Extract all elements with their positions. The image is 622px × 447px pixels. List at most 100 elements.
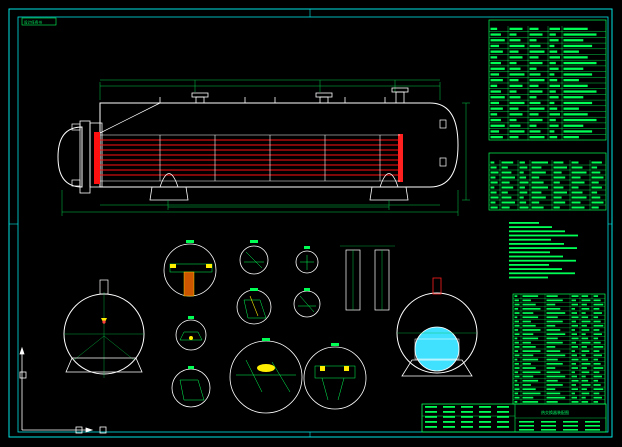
design-data-cell (490, 44, 500, 48)
technical-note-line (509, 264, 549, 266)
technical-note-line (509, 272, 575, 275)
design-data-cell (509, 130, 525, 133)
parts-list-cell (593, 375, 602, 378)
nozzle-table-cell (553, 206, 560, 209)
nozzle-table-cell (591, 176, 604, 179)
parts-list-cell (546, 401, 558, 403)
design-data-cell (549, 124, 559, 127)
parts-list-cell (593, 392, 600, 395)
parts-list-cell (522, 362, 531, 365)
parts-list-cell (514, 401, 518, 403)
parts-list-cell (546, 371, 561, 374)
parts-list-cell (581, 401, 589, 403)
design-data-cell (563, 96, 584, 99)
nozzle-table-cell (490, 201, 496, 204)
parts-list-cell (593, 329, 600, 331)
title-block-cell (461, 411, 473, 413)
lifting-rod (99, 102, 161, 134)
parts-list-cell (581, 299, 591, 302)
parts-list-cell (522, 379, 539, 382)
design-data-cell (490, 130, 500, 133)
parts-list-cell (571, 303, 578, 306)
parts-list-cell (514, 346, 520, 348)
parts-list-cell (571, 312, 577, 314)
parts-list-cell (593, 307, 600, 310)
parts-list-cell (514, 367, 520, 369)
design-data-cell (509, 118, 517, 122)
design-data-cell (549, 130, 555, 133)
design-data-cell (529, 79, 545, 82)
parts-list-cell (571, 324, 578, 327)
parts-list-cell (522, 367, 536, 369)
title-block-cell (541, 429, 556, 431)
design-data-cell (509, 90, 517, 93)
parts-list-cell (522, 341, 531, 344)
title-block-cell (461, 426, 473, 428)
parts-list-cell (593, 350, 600, 352)
design-data-cell (490, 27, 498, 30)
nozzle-table-cell (591, 191, 598, 194)
design-data-cell (563, 67, 584, 70)
design-data-cell (509, 61, 517, 65)
title-block-cell (443, 411, 455, 413)
parts-list-cell (546, 362, 563, 365)
title-block: 热交换器装配图 (421, 403, 607, 433)
design-data-cell (509, 113, 523, 116)
parts-list-cell (593, 303, 604, 306)
design-data-cell (490, 113, 498, 116)
design-data-cell (563, 33, 597, 36)
parts-list-cell (593, 401, 599, 403)
design-data-cell (490, 90, 501, 93)
parts-list-cell (581, 346, 587, 348)
parts-list-cell (514, 354, 520, 357)
title-block-cell (585, 429, 600, 431)
design-data-cell (490, 96, 505, 99)
design-data-cell (529, 96, 537, 99)
parts-list-cell (546, 388, 556, 391)
parts-list-cell (546, 396, 566, 399)
parts-list-cell (522, 303, 536, 306)
parts-list-cell (581, 392, 590, 395)
nozzle-table-cell (571, 196, 587, 199)
parts-list-cell (581, 307, 590, 310)
parts-list-cell (514, 295, 518, 297)
nozzle-table-cell (531, 196, 546, 199)
design-data-cell (549, 61, 556, 65)
technical-note-line (509, 230, 565, 233)
nozzle-table-cell (519, 181, 529, 184)
nozzle-table (488, 152, 607, 211)
parts-list-cell (581, 396, 586, 399)
parts-list-cell (522, 371, 541, 374)
title-block-cell (585, 421, 600, 423)
technical-note-line (509, 255, 563, 258)
end-section-right (396, 277, 478, 377)
design-data-cell (563, 90, 597, 93)
parts-list-cell (571, 346, 578, 348)
technical-notes (509, 222, 578, 279)
parts-list-cell (571, 329, 575, 331)
title-block-cell (479, 421, 491, 423)
parts-list-cell (514, 333, 520, 336)
parts-list-cell (546, 312, 566, 314)
design-data-cell (549, 27, 560, 30)
nozzle-table-cell (553, 176, 566, 179)
nozzle-table-cell (519, 166, 528, 169)
parts-list-cell (514, 329, 519, 331)
right-dimension (462, 102, 470, 201)
parts-list-cell (546, 375, 566, 378)
title-block-cell (425, 421, 437, 423)
parts-list-cell (581, 384, 591, 386)
parts-list-cell (581, 333, 586, 336)
title-block-cell (541, 421, 556, 423)
parts-list-cell (522, 320, 531, 323)
title-block-name: 热交换器装配图 (541, 409, 569, 415)
nozzle-table-cell (519, 186, 525, 189)
parts-list-cell (581, 375, 586, 378)
design-data-cell (509, 73, 525, 76)
title-block-cell (443, 426, 455, 428)
parts-list-cell (546, 333, 566, 336)
nozzle-table-cell (571, 176, 581, 179)
nozzle-table-cell (490, 171, 499, 174)
design-data-cell (563, 27, 588, 30)
parts-list-cell (581, 367, 587, 369)
